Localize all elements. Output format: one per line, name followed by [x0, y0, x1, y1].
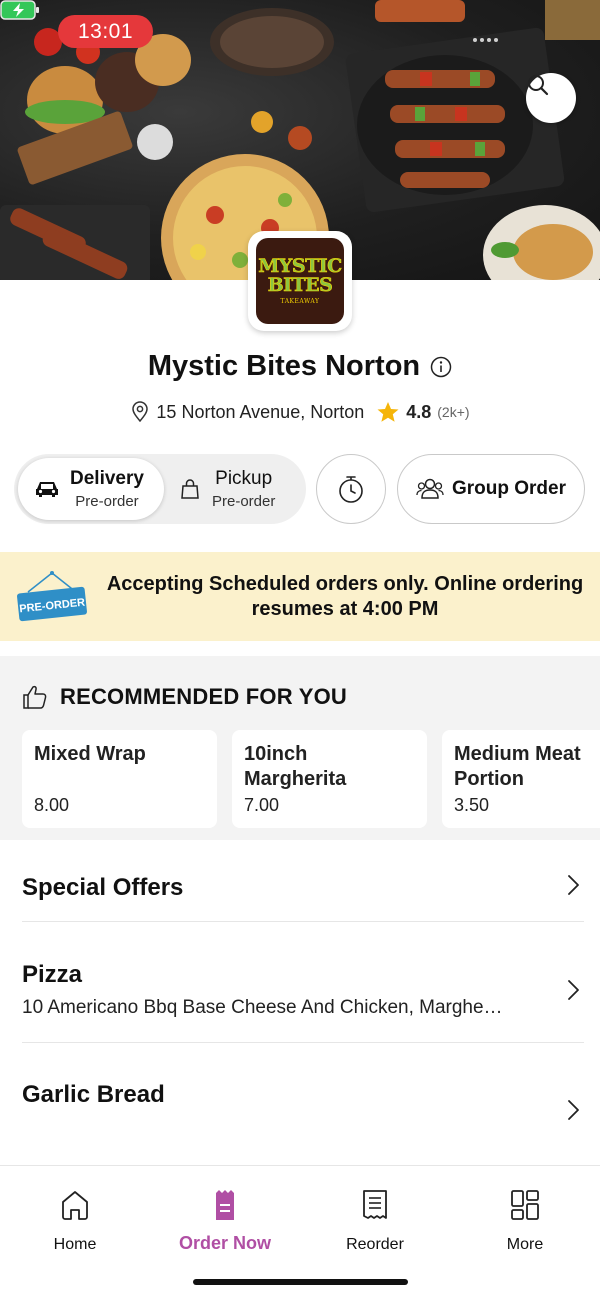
delivery-label: Delivery — [70, 468, 144, 489]
status-time: 13:01 — [58, 15, 153, 48]
item-name: Mixed Wrap — [34, 743, 146, 765]
category-description: 10 Americano Bbq Base Cheese And Chicken… — [22, 997, 503, 1018]
pickup-label: Pickup — [215, 468, 273, 489]
signal-icon — [473, 38, 498, 42]
grid-icon — [511, 1190, 539, 1220]
nav-label: Order Now — [178, 1233, 271, 1253]
nav-label: Reorder — [346, 1236, 404, 1253]
divider — [22, 921, 584, 922]
info-icon[interactable] — [430, 356, 452, 378]
category-title: Special Offers — [22, 874, 184, 901]
thumbs-up-icon — [23, 685, 47, 709]
item-name: Medium Meat Portion — [454, 743, 581, 790]
recommended-section: RECOMMENDED FOR YOU Mixed Wrap 8.00 10in… — [0, 656, 600, 840]
pickup-sublabel: Pre-order — [212, 493, 276, 510]
nav-order-now[interactable]: Order Now — [150, 1188, 300, 1254]
stopwatch-icon — [339, 476, 363, 503]
battery-icon — [0, 0, 39, 20]
review-count: (2k+) — [437, 404, 470, 420]
category-row-pizza[interactable]: Pizza 10 Americano Bbq Base Cheese And C… — [22, 961, 584, 1023]
recommended-heading: RECOMMENDED FOR YOU — [22, 684, 347, 710]
recommended-item-card[interactable]: 10inch Margherita 7.00 — [232, 730, 427, 828]
preorder-sign-icon: PRE-ORDER — [17, 571, 87, 622]
store-address: 15 Norton Avenue, Norton — [156, 401, 365, 422]
group-icon — [416, 478, 444, 499]
store-rating: 4.8 — [406, 401, 432, 422]
home-indicator — [193, 1279, 408, 1285]
category-row-garlic-bread[interactable]: Garlic Bread — [22, 1081, 584, 1131]
pickup-option[interactable]: Pickup Pre-order — [178, 458, 302, 520]
divider — [22, 1042, 584, 1043]
store-logo: MYSTIC BITES TAKEAWAY — [248, 231, 352, 331]
address-row: 15 Norton Avenue, Norton 4.8 (2k+) — [0, 401, 600, 423]
recommended-item-card[interactable]: Mixed Wrap 8.00 — [22, 730, 217, 828]
nav-more[interactable]: More — [450, 1188, 600, 1254]
receipt-icon — [363, 1190, 387, 1219]
nav-home[interactable]: Home — [0, 1188, 150, 1254]
logo-subtitle: TAKEAWAY — [280, 298, 320, 305]
schedule-time-button[interactable] — [316, 454, 386, 524]
group-order-label: Group Order — [451, 478, 566, 499]
logo-word-2: BITES — [267, 274, 333, 296]
order-icon — [216, 1190, 234, 1220]
item-name: 10inch Margherita — [244, 743, 347, 790]
chevron-right-icon — [568, 1100, 579, 1120]
delivery-sublabel: Pre-order — [75, 493, 139, 510]
item-price: 3.50 — [454, 795, 490, 815]
logo-artwork: MYSTIC BITES TAKEAWAY — [256, 238, 344, 324]
item-price: 8.00 — [34, 795, 70, 815]
group-order-button[interactable]: Group Order — [397, 454, 585, 524]
nav-reorder[interactable]: Reorder — [300, 1188, 450, 1254]
category-title: Pizza — [22, 961, 83, 988]
nav-label: More — [506, 1236, 544, 1253]
banner-message: Accepting Scheduled orders only. Online … — [106, 573, 584, 620]
category-row-special-offers[interactable]: Special Offers — [22, 874, 584, 904]
shopping-bag-icon — [181, 479, 199, 499]
car-icon — [36, 482, 58, 497]
store-title-row: Mystic Bites Norton — [0, 350, 600, 383]
home-icon — [62, 1191, 88, 1220]
nav-label: Home — [53, 1236, 97, 1253]
star-icon — [377, 402, 399, 422]
delivery-option[interactable]: Delivery Pre-order — [18, 458, 164, 520]
chevron-right-icon — [568, 980, 579, 1000]
store-name: Mystic Bites Norton — [147, 350, 421, 382]
search-button[interactable] — [526, 73, 576, 123]
order-mode-toggle: Delivery Pre-order Pickup Pre-order — [14, 454, 306, 524]
chevron-right-icon — [568, 875, 579, 895]
recommended-title: RECOMMENDED FOR YOU — [60, 684, 347, 709]
search-icon — [528, 75, 549, 96]
category-title: Garlic Bread — [22, 1081, 165, 1108]
recommended-item-card[interactable]: Medium Meat Portion 3.50 — [442, 730, 600, 828]
item-price: 7.00 — [244, 795, 280, 815]
location-pin-icon — [132, 401, 149, 423]
preorder-notice-banner: PRE-ORDER Accepting Scheduled orders onl… — [0, 552, 600, 641]
